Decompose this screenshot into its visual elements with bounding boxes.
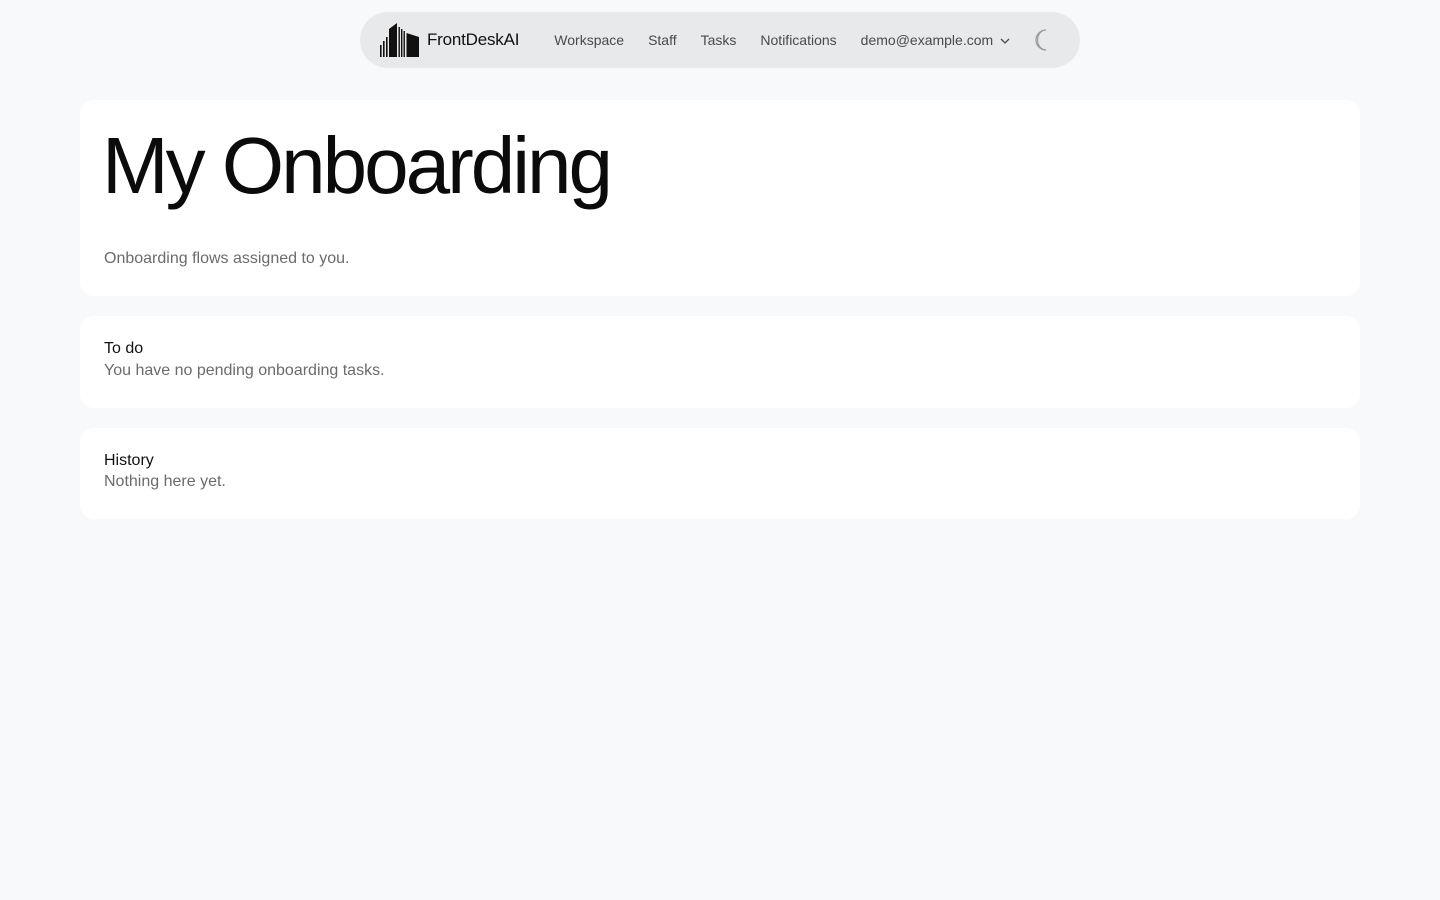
chevron-down-icon	[1000, 38, 1010, 44]
page-title: My Onboarding	[102, 121, 613, 210]
nav-link-workspace[interactable]: Workspace	[554, 32, 624, 48]
history-section-title: History	[104, 452, 154, 469]
page-header-card: My Onboarding Onboarding flows assigned …	[80, 100, 1360, 296]
main-nav: Workspace Staff Tasks Notifications	[554, 32, 860, 48]
nav-link-tasks[interactable]: Tasks	[701, 32, 737, 48]
theme-toggle-button[interactable]	[1032, 28, 1052, 52]
moon-icon	[1035, 29, 1047, 51]
todo-section: To do You have no pending onboarding tas…	[80, 316, 1360, 408]
todo-empty-state: You have no pending onboarding tasks.	[104, 362, 385, 379]
buildings-logo-icon	[380, 23, 419, 57]
nav-link-staff[interactable]: Staff	[648, 32, 677, 48]
history-section: History Nothing here yet.	[80, 428, 1360, 519]
account-email: demo@example.com	[860, 32, 994, 48]
page-subtitle: Onboarding flows assigned to you.	[104, 250, 350, 267]
history-empty-state: Nothing here yet.	[104, 473, 226, 490]
account-menu-dropdown[interactable]: demo@example.com	[861, 32, 1011, 48]
nav-link-notifications[interactable]: Notifications	[760, 32, 836, 48]
todo-section-title: To do	[104, 340, 144, 357]
brand-name: FrontDeskAI	[427, 30, 520, 49]
brand-home-link[interactable]: FrontDeskAI	[380, 23, 519, 57]
top-navigation-bar: FrontDeskAI Workspace Staff Tasks Notifi…	[360, 12, 1080, 68]
